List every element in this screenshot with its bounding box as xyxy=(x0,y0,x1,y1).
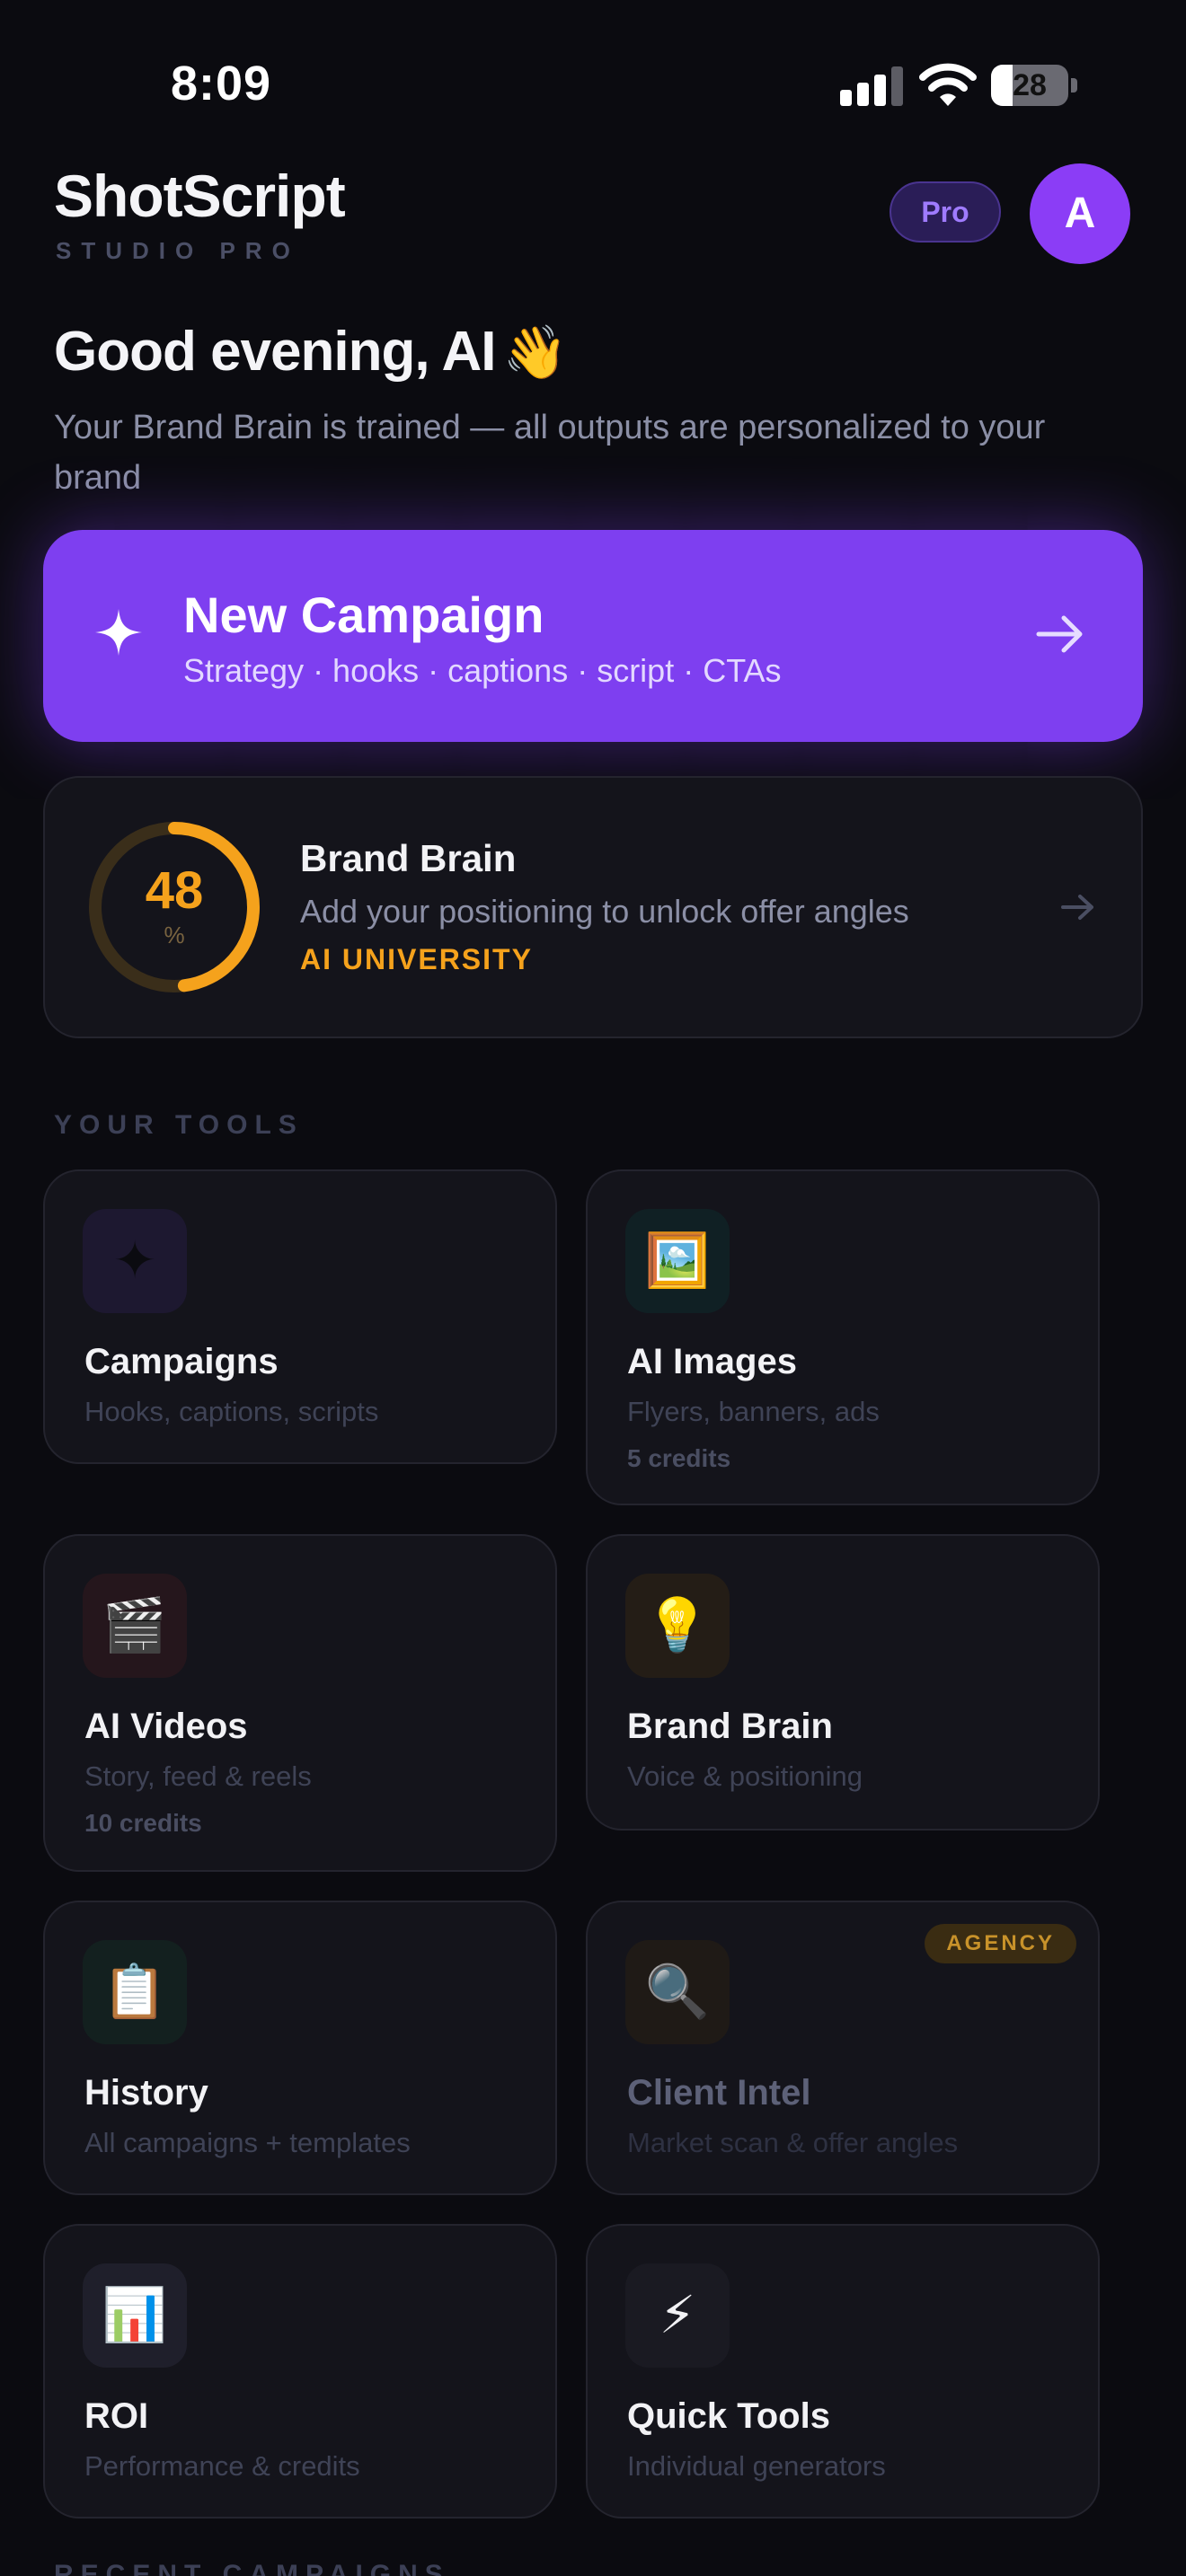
clapper-board-icon: 🎬 xyxy=(83,1574,187,1678)
status-bar: 8:09 28 xyxy=(0,0,1186,171)
tool-card-history[interactable]: 📋 History All campaigns + templates xyxy=(43,1901,557,2195)
tool-card-ai-videos[interactable]: 🎬 AI Videos Story, feed & reels 10 credi… xyxy=(43,1534,557,1872)
new-campaign-subtitle: Strategy · hooks · captions · script · C… xyxy=(183,652,782,689)
brand-brain-description: Add your positioning to unlock offer ang… xyxy=(300,893,909,930)
tool-description: Story, feed & reels xyxy=(84,1760,312,1792)
cellular-signal-icon xyxy=(840,66,905,106)
greeting-subtitle: Your Brand Brain is trained — all output… xyxy=(54,409,1046,497)
wifi-icon xyxy=(919,63,977,106)
bar-chart-icon: 📊 xyxy=(83,2263,187,2368)
greeting-text: Good evening, AI xyxy=(54,321,497,383)
battery-level: 28 xyxy=(1013,68,1047,102)
tool-card-brand-brain[interactable]: 💡 Brand Brain Voice & positioning xyxy=(586,1534,1100,1831)
new-campaign-title: New Campaign xyxy=(183,587,544,643)
tool-title: Quick Tools xyxy=(627,2396,830,2436)
clipboard-icon: 📋 xyxy=(83,1940,187,2044)
tool-card-campaigns[interactable]: ✦ Campaigns Hooks, captions, scripts xyxy=(43,1169,557,1464)
pro-badge[interactable]: Pro xyxy=(890,181,1001,243)
tool-title: AI Images xyxy=(627,1342,797,1381)
app-header: ShotScript STUDIO PRO Pro A xyxy=(54,162,1132,278)
tool-card-roi[interactable]: 📊 ROI Performance & credits xyxy=(43,2224,557,2519)
tool-description: Market scan & offer angles xyxy=(627,2127,959,2158)
section-label-your-tools: YOUR TOOLS xyxy=(54,1110,304,1140)
avatar[interactable]: A xyxy=(1030,163,1130,264)
tool-credits: 5 credits xyxy=(627,1444,731,1472)
status-time: 8:09 xyxy=(171,57,272,110)
magnifier-icon: 🔍 xyxy=(625,1940,730,2044)
light-bulb-icon: 💡 xyxy=(625,1574,730,1678)
tool-description: Individual generators xyxy=(627,2450,886,2482)
sparkle-icon: ✦ xyxy=(83,1209,187,1313)
home-screen: 8:09 28 ShotScript STUDIO PRO Pro A Good… xyxy=(0,0,1186,2576)
brand-brain-score-unit: % xyxy=(164,922,185,948)
tool-card-ai-images[interactable]: 🖼️ AI Images Flyers, banners, ads 5 cred… xyxy=(586,1169,1100,1505)
section-label-recent-campaigns: RECENT CAMPAIGNS xyxy=(54,2560,450,2576)
tool-title: Campaigns xyxy=(84,1342,279,1381)
tool-card-quick-tools[interactable]: ⚡ Quick Tools Individual generators xyxy=(586,2224,1100,2519)
tool-title: Client Intel xyxy=(627,2073,811,2113)
lightning-icon: ⚡ xyxy=(625,2263,730,2368)
tool-credits: 10 credits xyxy=(84,1809,202,1837)
tool-description: Performance & credits xyxy=(84,2450,360,2482)
tool-description: All campaigns + templates xyxy=(84,2127,411,2158)
agency-badge: AGENCY xyxy=(925,1924,1076,1963)
tool-description: Flyers, banners, ads xyxy=(627,1396,880,1427)
app-name: ShotScript xyxy=(54,163,346,229)
framed-picture-icon: 🖼️ xyxy=(625,1209,730,1313)
app-subtitle: STUDIO PRO xyxy=(56,237,300,264)
brand-brain-score: 48 xyxy=(145,861,204,920)
arrow-right-icon xyxy=(1036,615,1083,653)
tool-title: AI Videos xyxy=(84,1707,248,1746)
brand-brain-tag: AI UNIVERSITY xyxy=(300,943,533,975)
tool-title: Brand Brain xyxy=(627,1707,833,1746)
greeting-title: Good evening, AI 👋 xyxy=(54,320,568,384)
brand-brain-title: Brand Brain xyxy=(300,837,517,879)
sparkle-icon xyxy=(95,609,142,656)
tool-card-client-intel[interactable]: AGENCY 🔍 Client Intel Market scan & offe… xyxy=(586,1901,1100,2195)
tool-description: Voice & positioning xyxy=(627,1760,863,1792)
arrow-right-icon xyxy=(1061,895,1093,920)
waving-hand-icon: 👋 xyxy=(502,323,568,382)
tool-description: Hooks, captions, scripts xyxy=(84,1396,379,1427)
battery-icon: 28 xyxy=(991,65,1077,106)
tool-title: ROI xyxy=(84,2396,149,2436)
tool-title: History xyxy=(84,2073,208,2113)
